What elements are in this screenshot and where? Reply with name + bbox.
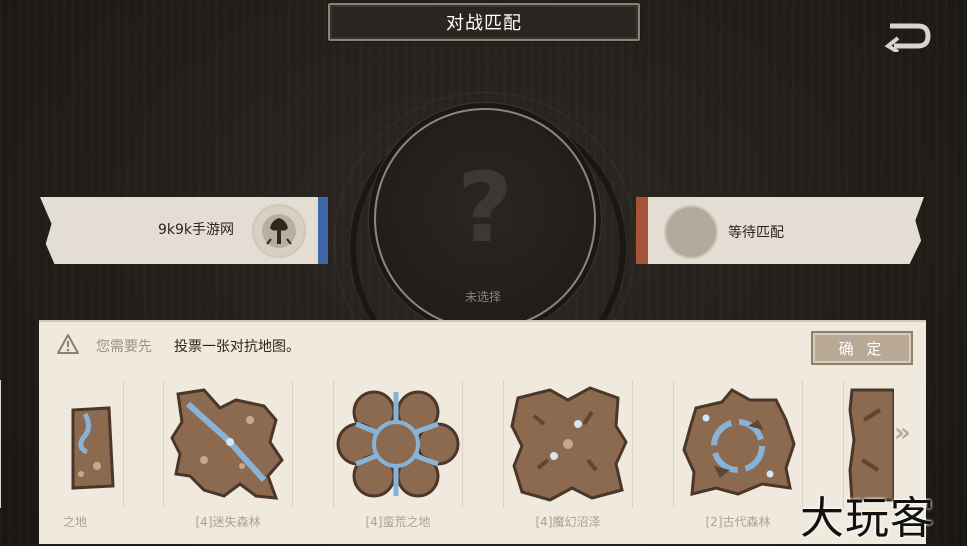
player-name: 9k9k手游网 bbox=[158, 222, 235, 238]
confirm-button[interactable]: 确 定 bbox=[811, 331, 913, 365]
player-name: 等待匹配 bbox=[728, 225, 784, 241]
map-label: [2]古代森林 bbox=[705, 515, 771, 529]
map-thumbnail bbox=[510, 386, 628, 502]
notice-text: 投票一张对抗地图。 bbox=[174, 339, 300, 355]
back-icon[interactable] bbox=[884, 18, 932, 52]
avatar-placeholder bbox=[664, 205, 718, 259]
page-title: 对战匹配 bbox=[328, 3, 640, 41]
selection-status: 未选择 bbox=[464, 290, 501, 304]
emblem-icon bbox=[262, 214, 296, 248]
question-mark-icon: ? bbox=[457, 152, 513, 264]
map-card-ancient-forest[interactable] bbox=[673, 380, 803, 508]
watermark: 大玩客 bbox=[800, 493, 935, 544]
map-thumbnail bbox=[170, 388, 284, 500]
player-card-opponent: 等待匹配 bbox=[636, 197, 924, 264]
next-page-icon[interactable]: » bbox=[894, 418, 911, 448]
avatar bbox=[252, 204, 306, 258]
map-label: [4]魔幻沼泽 bbox=[535, 515, 601, 529]
warning-icon bbox=[57, 334, 79, 354]
map-thumbnail bbox=[71, 406, 115, 490]
map-label: [4]迷失森林 bbox=[195, 515, 261, 529]
map-thumbnail bbox=[336, 390, 460, 498]
map-label: 之地 bbox=[62, 515, 87, 529]
map-card-partial[interactable] bbox=[0, 380, 124, 508]
map-thumbnail bbox=[682, 388, 796, 496]
map-card-wildland[interactable] bbox=[333, 380, 463, 508]
map-card-magic-swamp[interactable] bbox=[503, 380, 633, 508]
notice-prefix: 您需要先 bbox=[96, 339, 152, 355]
player-card-self: 9k9k手游网 bbox=[40, 197, 328, 264]
map-label: [4]蛮荒之地 bbox=[365, 515, 431, 529]
map-card-lost-forest[interactable] bbox=[163, 380, 293, 508]
